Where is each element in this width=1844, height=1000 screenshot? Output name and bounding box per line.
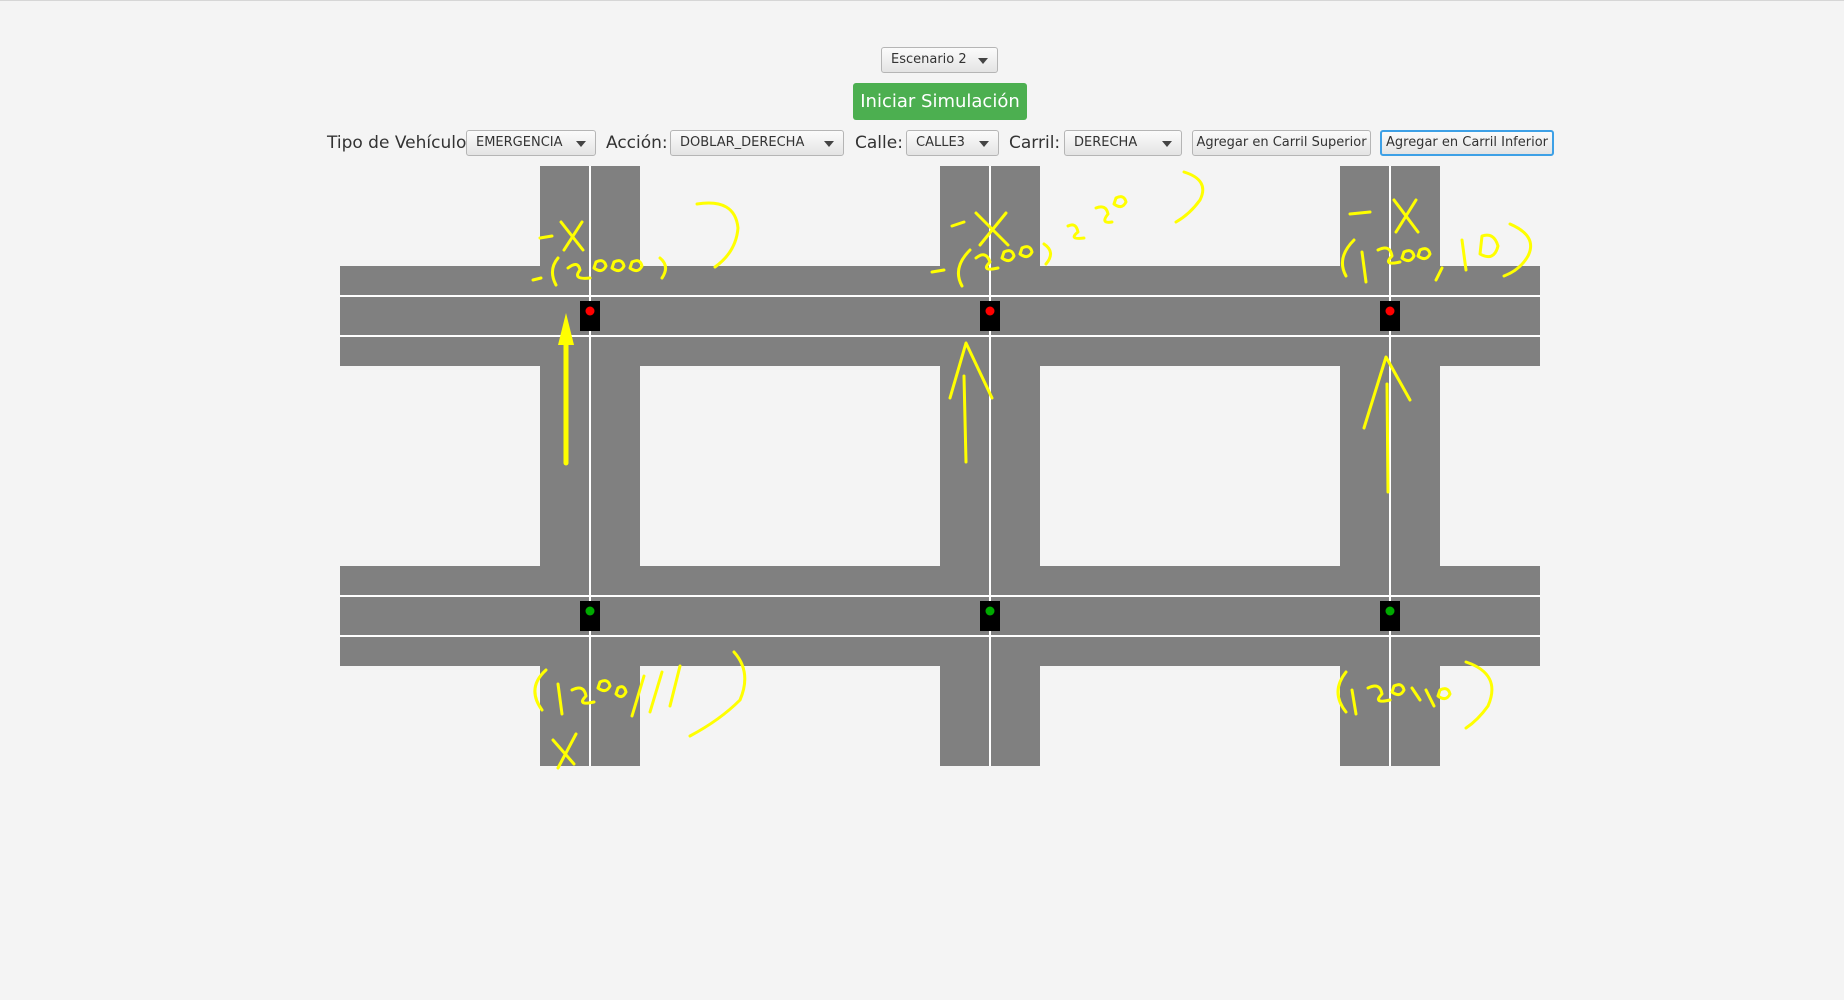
traffic-light-upper-1 (580, 301, 600, 331)
traffic-light-lamp (585, 306, 595, 316)
traffic-light-upper-2 (980, 301, 1000, 331)
traffic-light-lamp (1385, 306, 1395, 316)
traffic-light-lower-3 (1380, 601, 1400, 631)
horizontal-road-lower (340, 566, 1540, 666)
traffic-light-lower-2 (980, 601, 1000, 631)
annotation-scribble (695, 201, 740, 269)
road-network-canvas (340, 166, 1540, 770)
roads (340, 166, 1540, 766)
traffic-light-lower-1 (580, 601, 600, 631)
traffic-light-upper-3 (1380, 301, 1400, 331)
traffic-light-lamp (985, 606, 995, 616)
traffic-light-lamp (1385, 606, 1395, 616)
horizontal-road-upper (340, 266, 1540, 366)
traffic-light-lamp (585, 606, 595, 616)
traffic-light-lamp (985, 306, 995, 316)
